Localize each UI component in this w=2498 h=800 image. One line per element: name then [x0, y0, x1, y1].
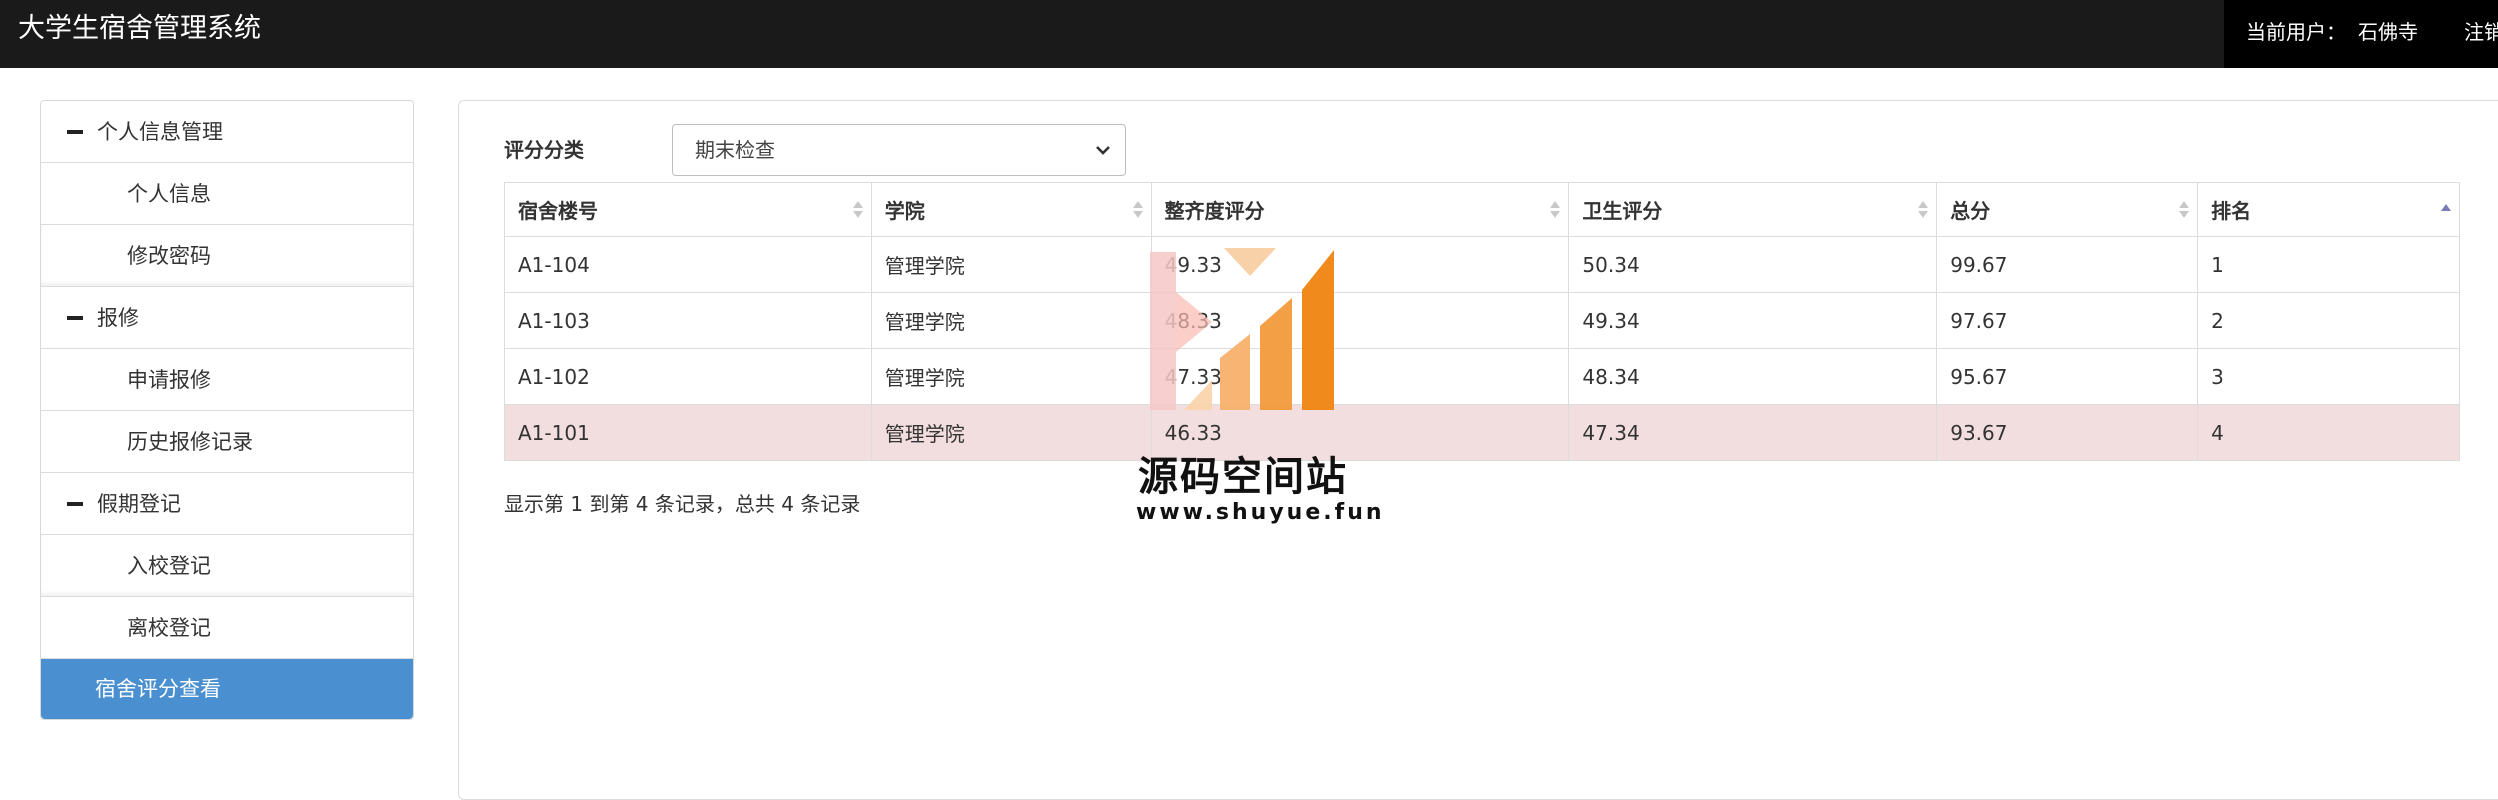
minus-icon: [67, 502, 83, 506]
sort-icon: [1918, 201, 1929, 219]
cell-college: 管理学院: [870, 236, 1152, 293]
sidebar-group-repair[interactable]: 报修: [41, 287, 413, 349]
user-box: 当前用户： 石佛寺 注销: [2224, 0, 2498, 68]
sort-icon: [2179, 201, 2190, 219]
column-header-rank[interactable]: 排名: [2197, 182, 2460, 237]
cell-hygiene: 48.34: [1568, 348, 1938, 405]
app-title[interactable]: 大学生宿舍管理系统: [18, 0, 261, 58]
cell-rank: 4: [2197, 404, 2460, 461]
sort-asc-icon: [2441, 201, 2451, 219]
current-user-label: 当前用户：: [2246, 20, 2346, 44]
sidebar-item-leave-register[interactable]: 离校登记: [41, 597, 413, 659]
current-user-name: 石佛寺: [2358, 20, 2418, 44]
watermark-url: www.shuyue.fun: [1136, 500, 1385, 525]
column-header-hygiene[interactable]: 卫生评分: [1568, 182, 1938, 237]
cell-rank: 1: [2197, 236, 2460, 293]
score-category-select[interactable]: 期末检查: [672, 124, 1126, 176]
cell-rank: 3: [2197, 348, 2460, 405]
filter-label: 评分分类: [504, 138, 584, 162]
sidebar-group-label: 个人信息管理: [97, 120, 223, 144]
cell-college: 管理学院: [870, 404, 1152, 461]
sort-icon: [1132, 201, 1143, 219]
sidebar-group-holiday[interactable]: 假期登记: [41, 473, 413, 535]
sidebar-group-personal-info[interactable]: 个人信息管理: [41, 101, 413, 163]
sidebar: 个人信息管理 个人信息 修改密码 报修 申请报修 历史报修记录 假期登记 入校登…: [40, 100, 414, 720]
cell-total: 97.67: [1936, 292, 2199, 349]
cell-total: 95.67: [1936, 348, 2199, 405]
watermark-title: 源码空间站: [1138, 454, 1348, 500]
column-header-college[interactable]: 学院: [870, 182, 1152, 237]
cell-hygiene: 50.34: [1568, 236, 1938, 293]
score-table: 宿舍楼号 学院 整齐度评分 卫生评分 总分 排名 A1-104 管理学院 49.…: [504, 182, 2460, 461]
table-row[interactable]: A1-104 管理学院 49.33 50.34 99.67 1: [504, 236, 2460, 293]
sidebar-item-change-password[interactable]: 修改密码: [41, 225, 413, 287]
cell-building: A1-104: [504, 236, 872, 293]
sort-icon: [1550, 201, 1561, 219]
sidebar-group-label: 报修: [97, 306, 139, 330]
current-user: 当前用户： 石佛寺: [2246, 16, 2430, 45]
score-category-value: 期末检查: [695, 138, 775, 162]
chevron-down-icon: [1096, 146, 1110, 155]
sidebar-item-return-register[interactable]: 入校登记: [41, 535, 413, 597]
sidebar-item-personal-info[interactable]: 个人信息: [41, 163, 413, 225]
cell-building: A1-102: [504, 348, 872, 405]
cell-hygiene: 49.34: [1568, 292, 1938, 349]
column-header-building[interactable]: 宿舍楼号: [504, 182, 872, 237]
table-row-highlighted[interactable]: A1-101 管理学院 46.33 47.34 93.67 4: [504, 404, 2460, 461]
sidebar-item-dorm-score[interactable]: 宿舍评分查看: [41, 659, 413, 719]
cell-total: 93.67: [1936, 404, 2199, 461]
cell-hygiene: 47.34: [1568, 404, 1938, 461]
minus-icon: [67, 316, 83, 320]
table-header-row: 宿舍楼号 学院 整齐度评分 卫生评分 总分 排名: [504, 182, 2460, 237]
table-row[interactable]: A1-103 管理学院 48.33 49.34 97.67 2: [504, 292, 2460, 349]
sidebar-group-label: 假期登记: [97, 492, 181, 516]
cell-building: A1-101: [504, 404, 872, 461]
cell-building: A1-103: [504, 292, 872, 349]
logout-link[interactable]: 注销: [2464, 16, 2498, 45]
sort-icon: [852, 201, 863, 219]
sidebar-item-apply-repair[interactable]: 申请报修: [41, 349, 413, 411]
cell-college: 管理学院: [870, 292, 1152, 349]
cell-college: 管理学院: [870, 348, 1152, 405]
cell-rank: 2: [2197, 292, 2460, 349]
minus-icon: [67, 130, 83, 134]
cell-total: 99.67: [1936, 236, 2199, 293]
sidebar-item-repair-history[interactable]: 历史报修记录: [41, 411, 413, 473]
pagination-summary: 显示第 1 到第 4 条记录，总共 4 条记录: [504, 492, 861, 516]
top-navbar: 大学生宿舍管理系统 当前用户： 石佛寺 注销: [0, 0, 2498, 68]
column-header-total[interactable]: 总分: [1936, 182, 2199, 237]
column-header-tidiness[interactable]: 整齐度评分: [1150, 182, 1570, 237]
table-row[interactable]: A1-102 管理学院 47.33 48.34 95.67 3: [504, 348, 2460, 405]
